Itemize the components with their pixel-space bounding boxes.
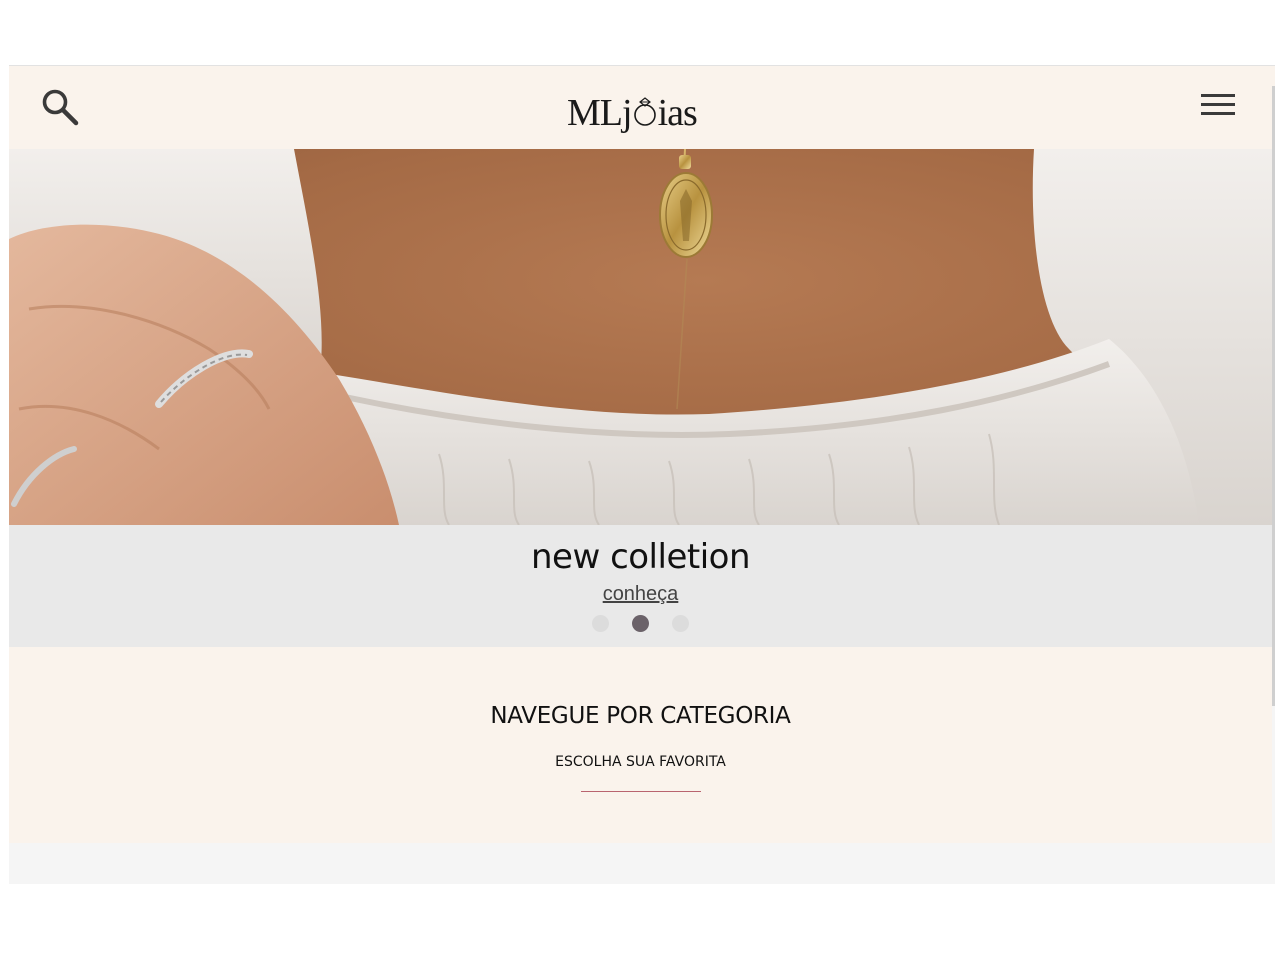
logo-text-left: MLj bbox=[567, 92, 633, 134]
logo-text-right: ias bbox=[657, 92, 698, 134]
search-button[interactable] bbox=[39, 86, 81, 128]
carousel-dot-3[interactable] bbox=[672, 615, 689, 632]
ring-logo-icon bbox=[632, 88, 658, 138]
category-divider bbox=[581, 791, 701, 792]
hero-banner[interactable] bbox=[9, 149, 1272, 525]
page: MLj ias new colletion conheça NAVEGUE PO… bbox=[9, 65, 1275, 884]
slide-link-area: conheça bbox=[9, 583, 1272, 606]
brand-logo[interactable]: MLj ias bbox=[567, 88, 707, 138]
site-header: MLj ias bbox=[9, 66, 1275, 149]
search-icon bbox=[42, 89, 79, 126]
carousel-dot-2[interactable] bbox=[632, 615, 649, 632]
category-subheading: ESCOLHA SUA FAVORITA bbox=[555, 754, 726, 770]
hero-banner-image bbox=[9, 149, 1272, 525]
menu-button[interactable] bbox=[1197, 90, 1241, 124]
hamburger-menu-icon bbox=[1201, 94, 1235, 115]
conheca-link[interactable]: conheça bbox=[603, 583, 679, 605]
carousel-dot-1[interactable] bbox=[592, 615, 609, 632]
category-section: NAVEGUE POR CATEGORIA ESCOLHA SUA FAVORI… bbox=[9, 647, 1272, 843]
content-area bbox=[9, 843, 1275, 884]
slide-caption: new colletion conheça bbox=[9, 525, 1272, 647]
scrollbar[interactable] bbox=[1272, 86, 1275, 706]
category-heading: NAVEGUE POR CATEGORIA bbox=[490, 703, 791, 729]
slide-title: new colletion bbox=[530, 537, 751, 577]
carousel-dots bbox=[592, 615, 692, 635]
